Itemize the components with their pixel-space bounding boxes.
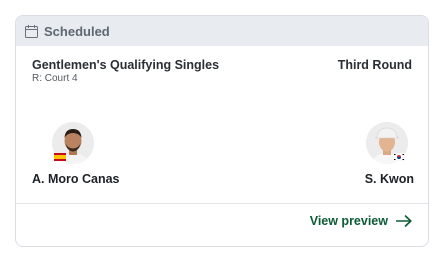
round-label: Third Round bbox=[337, 58, 412, 72]
status-bar: Scheduled bbox=[16, 16, 428, 46]
event-info: Gentlemen's Qualifying Singles R: Court … bbox=[32, 58, 412, 85]
match-card: Scheduled Gentlemen's Qualifying Singles… bbox=[15, 15, 429, 247]
divider bbox=[16, 203, 428, 204]
view-preview-label[interactable]: View preview bbox=[310, 214, 388, 228]
spain-flag-icon bbox=[54, 153, 66, 161]
arrow-right-icon[interactable] bbox=[396, 215, 412, 227]
south-korea-flag-icon bbox=[393, 153, 405, 161]
event-details: Gentlemen's Qualifying Singles R: Court … bbox=[32, 58, 219, 85]
event-name: Gentlemen's Qualifying Singles bbox=[32, 58, 220, 72]
calendar-icon bbox=[25, 24, 38, 38]
player-2-name: S. Kwon bbox=[364, 172, 414, 186]
court-label: R: Court 4 bbox=[32, 73, 78, 84]
view-preview-link[interactable]: View preview bbox=[310, 214, 412, 228]
player-1-name: A. Moro Canas bbox=[32, 172, 120, 186]
status-label: Scheduled bbox=[44, 23, 110, 39]
